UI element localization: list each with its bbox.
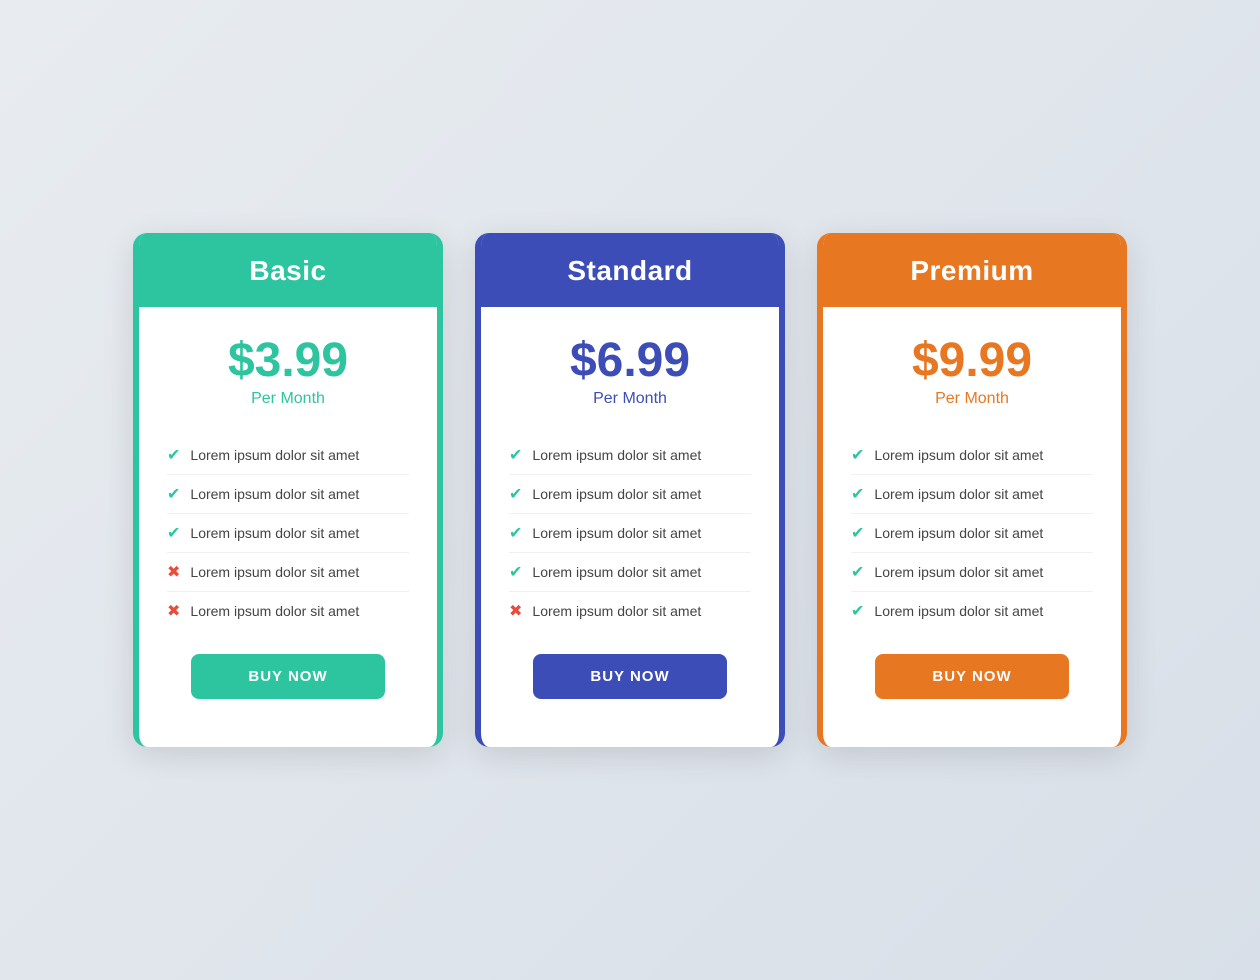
list-item: ✔ Lorem ipsum dolor sit amet bbox=[851, 475, 1093, 514]
check-yes-icon: ✔ bbox=[167, 484, 180, 504]
price-section-basic: $3.99 Per Month bbox=[167, 335, 409, 408]
check-yes-icon: ✔ bbox=[509, 484, 522, 504]
check-yes-icon: ✔ bbox=[851, 562, 864, 582]
card-body-standard: $6.99 Per Month ✔ Lorem ipsum dolor sit ame… bbox=[481, 307, 779, 747]
feature-text: Lorem ipsum dolor sit amet bbox=[532, 486, 701, 502]
pricing-card-basic: Basic $3.99 Per Month ✔ Lorem ipsum dolor si… bbox=[133, 233, 443, 747]
card-body-premium: $9.99 Per Month ✔ Lorem ipsum dolor sit ame… bbox=[823, 307, 1121, 747]
features-list-basic: ✔ Lorem ipsum dolor sit amet ✔ Lorem ipsum … bbox=[167, 436, 409, 630]
list-item: ✔ Lorem ipsum dolor sit amet bbox=[509, 475, 751, 514]
check-yes-icon: ✔ bbox=[167, 445, 180, 465]
feature-text: Lorem ipsum dolor sit amet bbox=[532, 525, 701, 541]
list-item: ✔ Lorem ipsum dolor sit amet bbox=[509, 436, 751, 475]
check-yes-icon: ✔ bbox=[167, 523, 180, 543]
buy-button-standard[interactable]: BUY NOW bbox=[533, 654, 727, 699]
feature-text: Lorem ipsum dolor sit amet bbox=[190, 525, 359, 541]
feature-text: Lorem ipsum dolor sit amet bbox=[190, 564, 359, 580]
feature-text: Lorem ipsum dolor sit amet bbox=[532, 447, 701, 463]
pricing-card-standard: Standard $6.99 Per Month ✔ Lorem ipsum dolor… bbox=[475, 233, 785, 747]
pricing-container: Basic $3.99 Per Month ✔ Lorem ipsum dolor si… bbox=[133, 233, 1127, 747]
list-item: ✔ Lorem ipsum dolor sit amet bbox=[509, 553, 751, 592]
check-yes-icon: ✔ bbox=[851, 445, 864, 465]
check-no-icon: ✖ bbox=[509, 601, 522, 621]
check-yes-icon: ✔ bbox=[509, 562, 522, 582]
feature-text: Lorem ipsum dolor sit amet bbox=[874, 525, 1043, 541]
feature-text: Lorem ipsum dolor sit amet bbox=[190, 486, 359, 502]
per-month-standard: Per Month bbox=[509, 390, 751, 408]
list-item: ✖ Lorem ipsum dolor sit amet bbox=[509, 592, 751, 630]
plan-name-standard: Standard bbox=[511, 255, 749, 287]
check-yes-icon: ✔ bbox=[851, 523, 864, 543]
check-no-icon: ✖ bbox=[167, 601, 180, 621]
buy-button-premium[interactable]: BUY NOW bbox=[875, 654, 1069, 699]
features-list-standard: ✔ Lorem ipsum dolor sit amet ✔ Lorem ipsum … bbox=[509, 436, 751, 630]
list-item: ✔ Lorem ipsum dolor sit amet bbox=[509, 514, 751, 553]
card-header-premium: Premium bbox=[823, 233, 1121, 307]
check-yes-icon: ✔ bbox=[851, 601, 864, 621]
plan-name-basic: Basic bbox=[169, 255, 407, 287]
price-section-standard: $6.99 Per Month bbox=[509, 335, 751, 408]
list-item: ✔ Lorem ipsum dolor sit amet bbox=[167, 475, 409, 514]
card-header-basic: Basic bbox=[139, 233, 437, 307]
feature-text: Lorem ipsum dolor sit amet bbox=[874, 564, 1043, 580]
buy-button-basic[interactable]: BUY NOW bbox=[191, 654, 385, 699]
list-item: ✔ Lorem ipsum dolor sit amet bbox=[851, 436, 1093, 475]
feature-text: Lorem ipsum dolor sit amet bbox=[532, 564, 701, 580]
check-yes-icon: ✔ bbox=[851, 484, 864, 504]
feature-text: Lorem ipsum dolor sit amet bbox=[874, 603, 1043, 619]
plan-name-premium: Premium bbox=[853, 255, 1091, 287]
list-item: ✖ Lorem ipsum dolor sit amet bbox=[167, 592, 409, 630]
list-item: ✔ Lorem ipsum dolor sit amet bbox=[167, 436, 409, 475]
check-yes-icon: ✔ bbox=[509, 445, 522, 465]
list-item: ✔ Lorem ipsum dolor sit amet bbox=[851, 514, 1093, 553]
per-month-premium: Per Month bbox=[851, 390, 1093, 408]
list-item: ✔ Lorem ipsum dolor sit amet bbox=[851, 592, 1093, 630]
features-list-premium: ✔ Lorem ipsum dolor sit amet ✔ Lorem ipsum … bbox=[851, 436, 1093, 630]
price-basic: $3.99 bbox=[167, 335, 409, 388]
price-premium: $9.99 bbox=[851, 335, 1093, 388]
price-section-premium: $9.99 Per Month bbox=[851, 335, 1093, 408]
card-body-basic: $3.99 Per Month ✔ Lorem ipsum dolor sit ame… bbox=[139, 307, 437, 747]
price-standard: $6.99 bbox=[509, 335, 751, 388]
feature-text: Lorem ipsum dolor sit amet bbox=[190, 447, 359, 463]
check-yes-icon: ✔ bbox=[509, 523, 522, 543]
list-item: ✖ Lorem ipsum dolor sit amet bbox=[167, 553, 409, 592]
pricing-card-premium: Premium $9.99 Per Month ✔ Lorem ipsum dolor … bbox=[817, 233, 1127, 747]
list-item: ✔ Lorem ipsum dolor sit amet bbox=[851, 553, 1093, 592]
feature-text: Lorem ipsum dolor sit amet bbox=[532, 603, 701, 619]
per-month-basic: Per Month bbox=[167, 390, 409, 408]
list-item: ✔ Lorem ipsum dolor sit amet bbox=[167, 514, 409, 553]
check-no-icon: ✖ bbox=[167, 562, 180, 582]
card-header-standard: Standard bbox=[481, 233, 779, 307]
feature-text: Lorem ipsum dolor sit amet bbox=[190, 603, 359, 619]
feature-text: Lorem ipsum dolor sit amet bbox=[874, 447, 1043, 463]
feature-text: Lorem ipsum dolor sit amet bbox=[874, 486, 1043, 502]
